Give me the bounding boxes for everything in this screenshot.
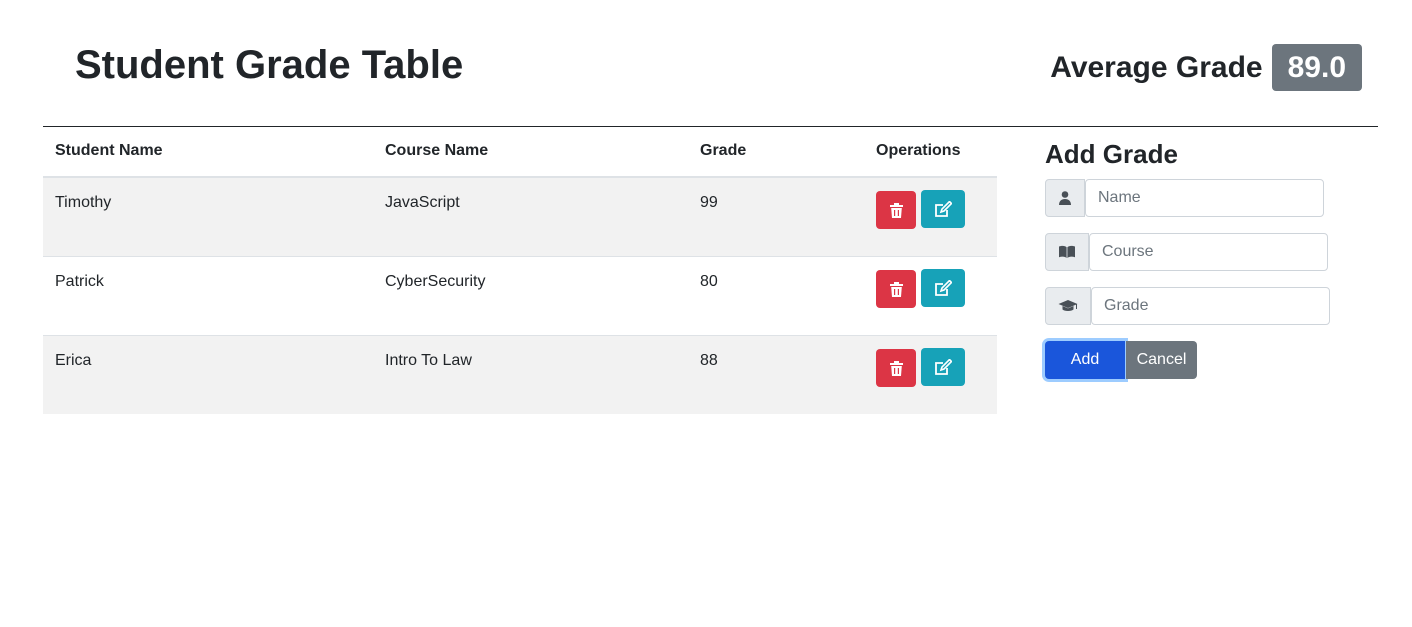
cell-course: JavaScript [373, 176, 688, 257]
grade-input-group [1045, 287, 1385, 325]
cell-operations [864, 176, 997, 257]
edit-button[interactable] [921, 348, 966, 386]
course-input-group [1045, 233, 1385, 271]
name-input[interactable] [1085, 179, 1324, 217]
table-header-row: Student Name Course Name Grade Operation… [43, 126, 997, 178]
page-title: Student Grade Table [75, 43, 464, 87]
course-input[interactable] [1089, 233, 1328, 271]
cell-grade: 99 [688, 176, 864, 257]
table-row: Patrick CyberSecurity 80 [43, 256, 997, 336]
trash-icon [889, 281, 903, 297]
grade-table: Student Name Course Name Grade Operation… [43, 126, 997, 414]
delete-button[interactable] [876, 270, 916, 308]
edit-button[interactable] [921, 190, 966, 228]
edit-icon [935, 358, 953, 375]
page: Student Grade Table Average Grade 89.0 S… [0, 0, 1412, 627]
cell-student: Patrick [43, 256, 373, 336]
edit-icon [935, 200, 953, 217]
cell-course: CyberSecurity [373, 256, 688, 336]
edit-icon [935, 279, 953, 296]
average-grade-label: Average Grade [1050, 50, 1263, 84]
column-header-operations: Operations [864, 126, 997, 178]
graduation-cap-icon [1045, 287, 1091, 325]
delete-button[interactable] [876, 191, 916, 229]
cancel-button[interactable]: Cancel [1126, 341, 1197, 379]
cell-student: Timothy [43, 176, 373, 257]
form-title: Add Grade [1045, 139, 1178, 169]
average-grade-badge: 89.0 [1271, 44, 1362, 91]
cell-operations [864, 256, 997, 336]
delete-button[interactable] [876, 349, 916, 387]
add-button[interactable]: Add [1045, 341, 1125, 379]
trash-icon [889, 360, 903, 376]
column-header-course: Course Name [373, 126, 688, 178]
cell-operations [864, 335, 997, 414]
grade-table-container: Student Name Course Name Grade Operation… [43, 126, 997, 414]
average-grade: Average Grade 89.0 [1050, 44, 1362, 91]
add-grade-form: Add Grade Add Cancel [1045, 137, 1385, 379]
cell-grade: 80 [688, 256, 864, 336]
user-icon [1045, 179, 1085, 217]
cell-student: Erica [43, 335, 373, 414]
edit-button[interactable] [921, 269, 966, 307]
name-input-group [1045, 179, 1385, 217]
book-icon [1045, 233, 1089, 271]
column-header-student: Student Name [43, 126, 373, 178]
table-row: Timothy JavaScript 99 [43, 176, 997, 257]
column-header-grade: Grade [688, 126, 864, 178]
cell-grade: 88 [688, 335, 864, 414]
form-actions: Add Cancel [1045, 341, 1385, 379]
trash-icon [889, 202, 903, 218]
table-row: Erica Intro To Law 88 [43, 335, 997, 414]
cell-course: Intro To Law [373, 335, 688, 414]
grade-input[interactable] [1091, 287, 1330, 325]
